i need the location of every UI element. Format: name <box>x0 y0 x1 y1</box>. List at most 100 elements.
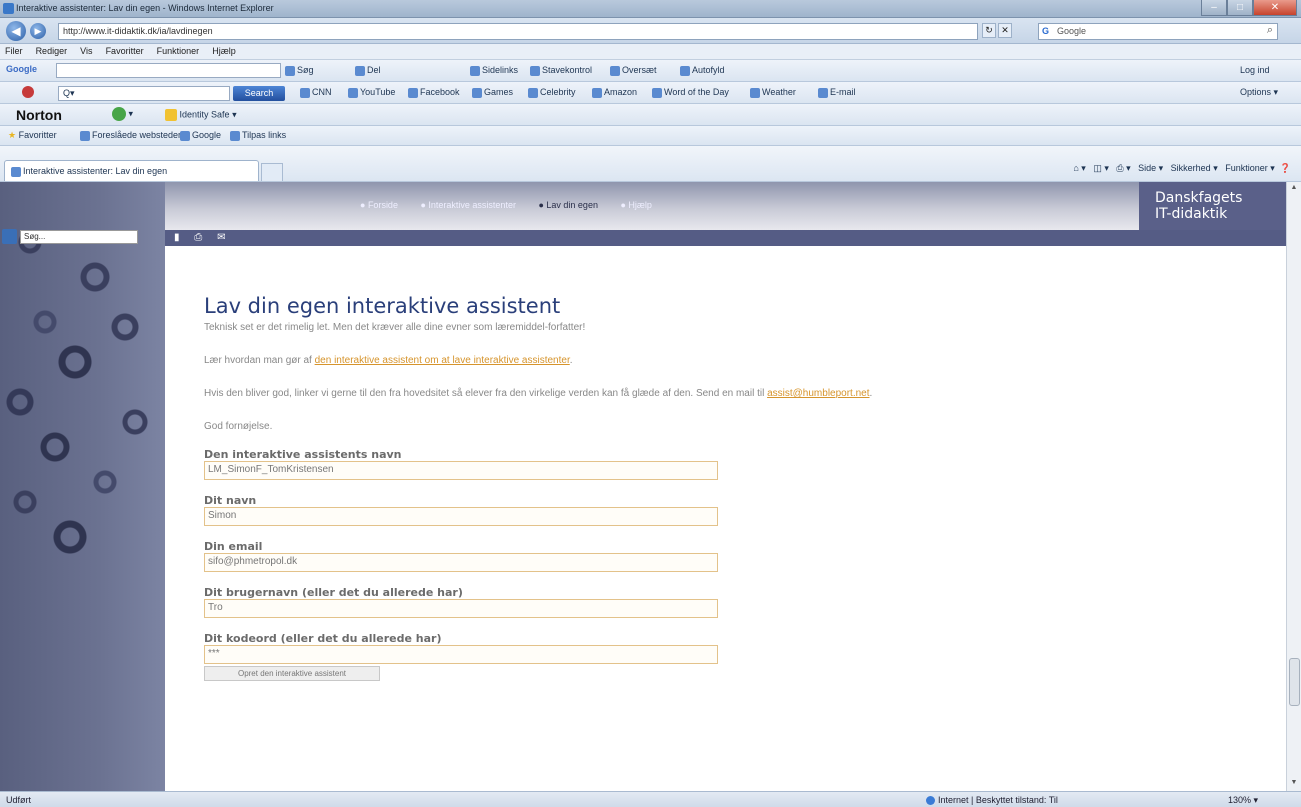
norton-logo: Norton <box>16 107 62 123</box>
close-button[interactable]: ✕ <box>1253 0 1297 16</box>
nav-link-home[interactable]: ● Forside <box>360 200 408 210</box>
link-word-of-the-day[interactable]: Word of the Day <box>652 87 729 98</box>
google-sitelinks-button[interactable]: Sidelinks <box>470 65 518 76</box>
password-label: Dit kodeord (eller det du allerede har) <box>204 632 442 645</box>
bookmark-icon[interactable]: ▮ <box>174 232 180 243</box>
google-share-button[interactable]: Del <box>355 65 381 76</box>
stop-icon[interactable]: ✕ <box>998 23 1012 38</box>
favorites-button[interactable]: ★ Favoritter <box>8 130 57 141</box>
menu-edit[interactable]: Rediger <box>31 44 73 58</box>
assistant-name-field[interactable]: LM_SimonF_TomKristensen <box>204 461 718 480</box>
nav-link-make-your-own[interactable]: ● Lav din egen <box>538 200 607 210</box>
google-toolbar-search[interactable] <box>56 63 281 78</box>
learn-paragraph: Lær hvordan man gør af den interaktive a… <box>204 355 573 366</box>
tools-menu[interactable]: Funktioner <box>1225 163 1268 173</box>
share-paragraph: Hvis den bliver god, linker vi gerne til… <box>204 388 873 399</box>
menu-favorites[interactable]: Favoritter <box>101 44 149 58</box>
globe-icon <box>926 796 935 806</box>
ie-logo-icon <box>3 3 14 14</box>
status-bar: Udført Internet | Beskyttet tilstand: Ti… <box>0 791 1301 807</box>
create-assistant-button[interactable]: Opret den interaktive assistent <box>204 666 380 681</box>
site-toolbar <box>165 230 1286 246</box>
new-tab-button[interactable] <box>261 163 283 181</box>
google-toolbar: Google Søg Del Sidelinks Stavekontrol Ov… <box>0 60 1301 82</box>
ask-search-button[interactable]: Search <box>233 86 285 101</box>
print-icon[interactable]: ⎙ ▾ <box>1116 163 1130 173</box>
fav-suggested-sites[interactable]: Foreslåede websteder <box>80 130 181 141</box>
ask-logo-icon <box>22 86 34 98</box>
link-youtube[interactable]: YouTube <box>348 87 395 98</box>
scroll-up-icon[interactable]: ▲ <box>1289 184 1299 194</box>
ask-search-input[interactable]: Q▾ <box>58 86 230 101</box>
google-signin-button[interactable]: Log ind <box>1240 65 1270 75</box>
page-menu[interactable]: Side <box>1138 163 1156 173</box>
security-zone: Internet | Beskyttet tilstand: Til <box>926 795 1058 806</box>
menu-view[interactable]: Vis <box>75 44 97 58</box>
site-search-input[interactable]: Søg... <box>20 230 138 244</box>
norton-identity-safe-button[interactable]: Identity Safe ▾ <box>165 109 237 121</box>
link-amazon[interactable]: Amazon <box>592 87 637 98</box>
safety-menu[interactable]: Sikkerhed <box>1171 163 1211 173</box>
window-title: Interaktive assistenter: Lav din egen - … <box>16 3 274 13</box>
browser-search-input[interactable]: G Google ⌕ <box>1038 23 1278 40</box>
email-field[interactable]: sifo@phmetropol.dk <box>204 553 718 572</box>
search-placeholder: Google <box>1057 26 1087 36</box>
link-celebrity[interactable]: Celebrity <box>528 87 576 98</box>
feeds-icon[interactable]: ◫ ▾ <box>1093 163 1109 173</box>
link-cnn[interactable]: CNN <box>300 87 332 98</box>
vertical-scrollbar[interactable]: ▲ ▼ <box>1286 182 1301 791</box>
site-nav: ● Forside ● Interaktive assistenter ● La… <box>360 200 672 210</box>
status-text: Udført <box>6 795 32 805</box>
menu-help[interactable]: Hjælp <box>207 44 241 58</box>
fav-customize-links[interactable]: Tilpas links <box>230 130 286 141</box>
username-label: Dit brugernavn (eller det du allerede ha… <box>204 586 463 599</box>
username-field[interactable]: Tro <box>204 599 718 618</box>
help-icon[interactable]: ❓ <box>1280 163 1291 173</box>
your-name-field[interactable]: Simon <box>204 507 718 526</box>
menu-tools[interactable]: Funktioner <box>152 44 205 58</box>
nav-link-help[interactable]: ● Hjælp <box>620 200 661 210</box>
address-toolbar: ◀ ▶ http://www.it-didaktik.dk/ia/lavdine… <box>0 18 1301 44</box>
site-search-go-icon[interactable] <box>2 229 17 244</box>
google-search-button[interactable]: Søg <box>285 65 314 76</box>
link-facebook[interactable]: Facebook <box>408 87 460 98</box>
tutorial-link[interactable]: den interaktive assistent om at lave int… <box>315 355 570 366</box>
scroll-thumb[interactable] <box>1289 658 1300 706</box>
email-label: Din email <box>204 540 263 553</box>
refresh-icon[interactable]: ↻ <box>982 23 996 38</box>
norton-status-icon[interactable]: ▾ <box>112 107 133 121</box>
nav-link-assistants[interactable]: ● Interaktive assistenter <box>420 200 525 210</box>
google-spellcheck-button[interactable]: Stavekontrol <box>530 65 592 76</box>
email-page-icon[interactable]: ✉ <box>217 232 225 243</box>
fav-google[interactable]: Google <box>180 130 221 141</box>
google-translate-button[interactable]: Oversæt <box>610 65 657 76</box>
link-games[interactable]: Games <box>472 87 513 98</box>
link-weather[interactable]: Weather <box>750 87 796 98</box>
maximize-button[interactable]: □ <box>1227 0 1253 16</box>
favorites-bar: ★ Favoritter Foreslåede websteder Google… <box>0 126 1301 146</box>
site-header: ● Forside ● Interaktive assistenter ● La… <box>165 182 1139 230</box>
tab-current[interactable]: Interaktive assistenter: Lav din egen <box>4 160 259 181</box>
title-bar: Interaktive assistenter: Lav din egen - … <box>0 0 1301 18</box>
intro-text: Teknisk set er det rimelig let. Men det … <box>204 322 586 333</box>
ask-toolbar: Q▾ Search CNN YouTube Facebook Games Cel… <box>0 82 1301 104</box>
site-toolbar-icons: ▮ ⎙ ✉ <box>174 232 237 243</box>
google-autofill-button[interactable]: Autofyld <box>680 65 725 76</box>
site-sidebar: Søg... <box>0 182 165 791</box>
zoom-level[interactable]: 130% ▾ <box>1228 795 1258 806</box>
print-page-icon[interactable]: ⎙ <box>194 232 202 243</box>
link-email[interactable]: E-mail <box>818 87 856 98</box>
home-icon[interactable]: ⌂ ▾ <box>1073 163 1085 173</box>
menu-bar: Filer Rediger Vis Favoritter Funktioner … <box>0 44 1301 60</box>
email-link[interactable]: assist@humbleport.net <box>767 388 869 399</box>
search-icon[interactable]: ⌕ <box>1267 24 1273 37</box>
forward-button[interactable]: ▶ <box>30 23 46 39</box>
menu-file[interactable]: Filer <box>0 44 28 58</box>
norton-toolbar: Norton ▾ Identity Safe ▾ <box>0 104 1301 126</box>
password-field[interactable]: *** <box>204 645 718 664</box>
minimize-button[interactable]: – <box>1201 0 1227 16</box>
ask-options-button[interactable]: Options ▾ <box>1240 87 1278 98</box>
back-button[interactable]: ◀ <box>6 21 26 41</box>
address-field[interactable]: http://www.it-didaktik.dk/ia/lavdinegen <box>58 23 978 40</box>
scroll-down-icon[interactable]: ▼ <box>1289 779 1299 789</box>
